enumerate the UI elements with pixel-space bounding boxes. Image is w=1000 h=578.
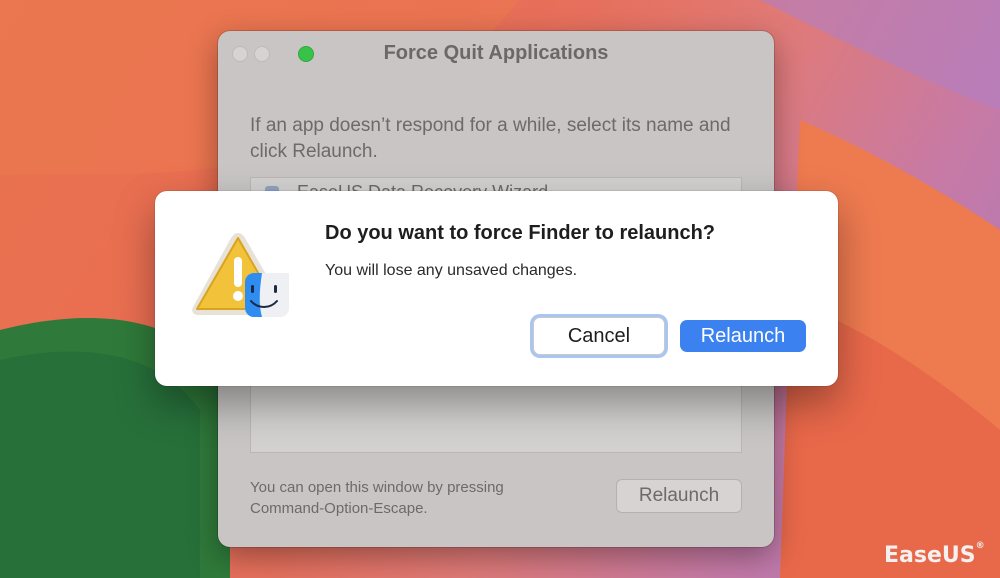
warning-finder-icon — [192, 233, 289, 317]
alert-message: You will lose any unsaved changes. — [325, 262, 578, 279]
watermark-text: EaseUS — [884, 543, 976, 568]
alert-title: Do you want to force Finder to relaunch? — [325, 222, 716, 244]
registered-mark: ® — [975, 540, 985, 551]
easeus-watermark: EaseUS® — [884, 540, 985, 568]
shortcut-hint: You can open this window by pressing Com… — [250, 479, 504, 517]
cancel-button[interactable]: Cancel — [533, 317, 665, 355]
instructions-text: If an app doesn’t respond for a while, s… — [250, 115, 731, 162]
relaunch-button-window[interactable]: Relaunch — [616, 479, 742, 513]
relaunch-button[interactable]: Relaunch — [680, 320, 806, 352]
relaunch-confirmation-alert: Do you want to force Finder to relaunch?… — [155, 191, 838, 386]
window-title: Force Quit Applications — [383, 42, 609, 64]
